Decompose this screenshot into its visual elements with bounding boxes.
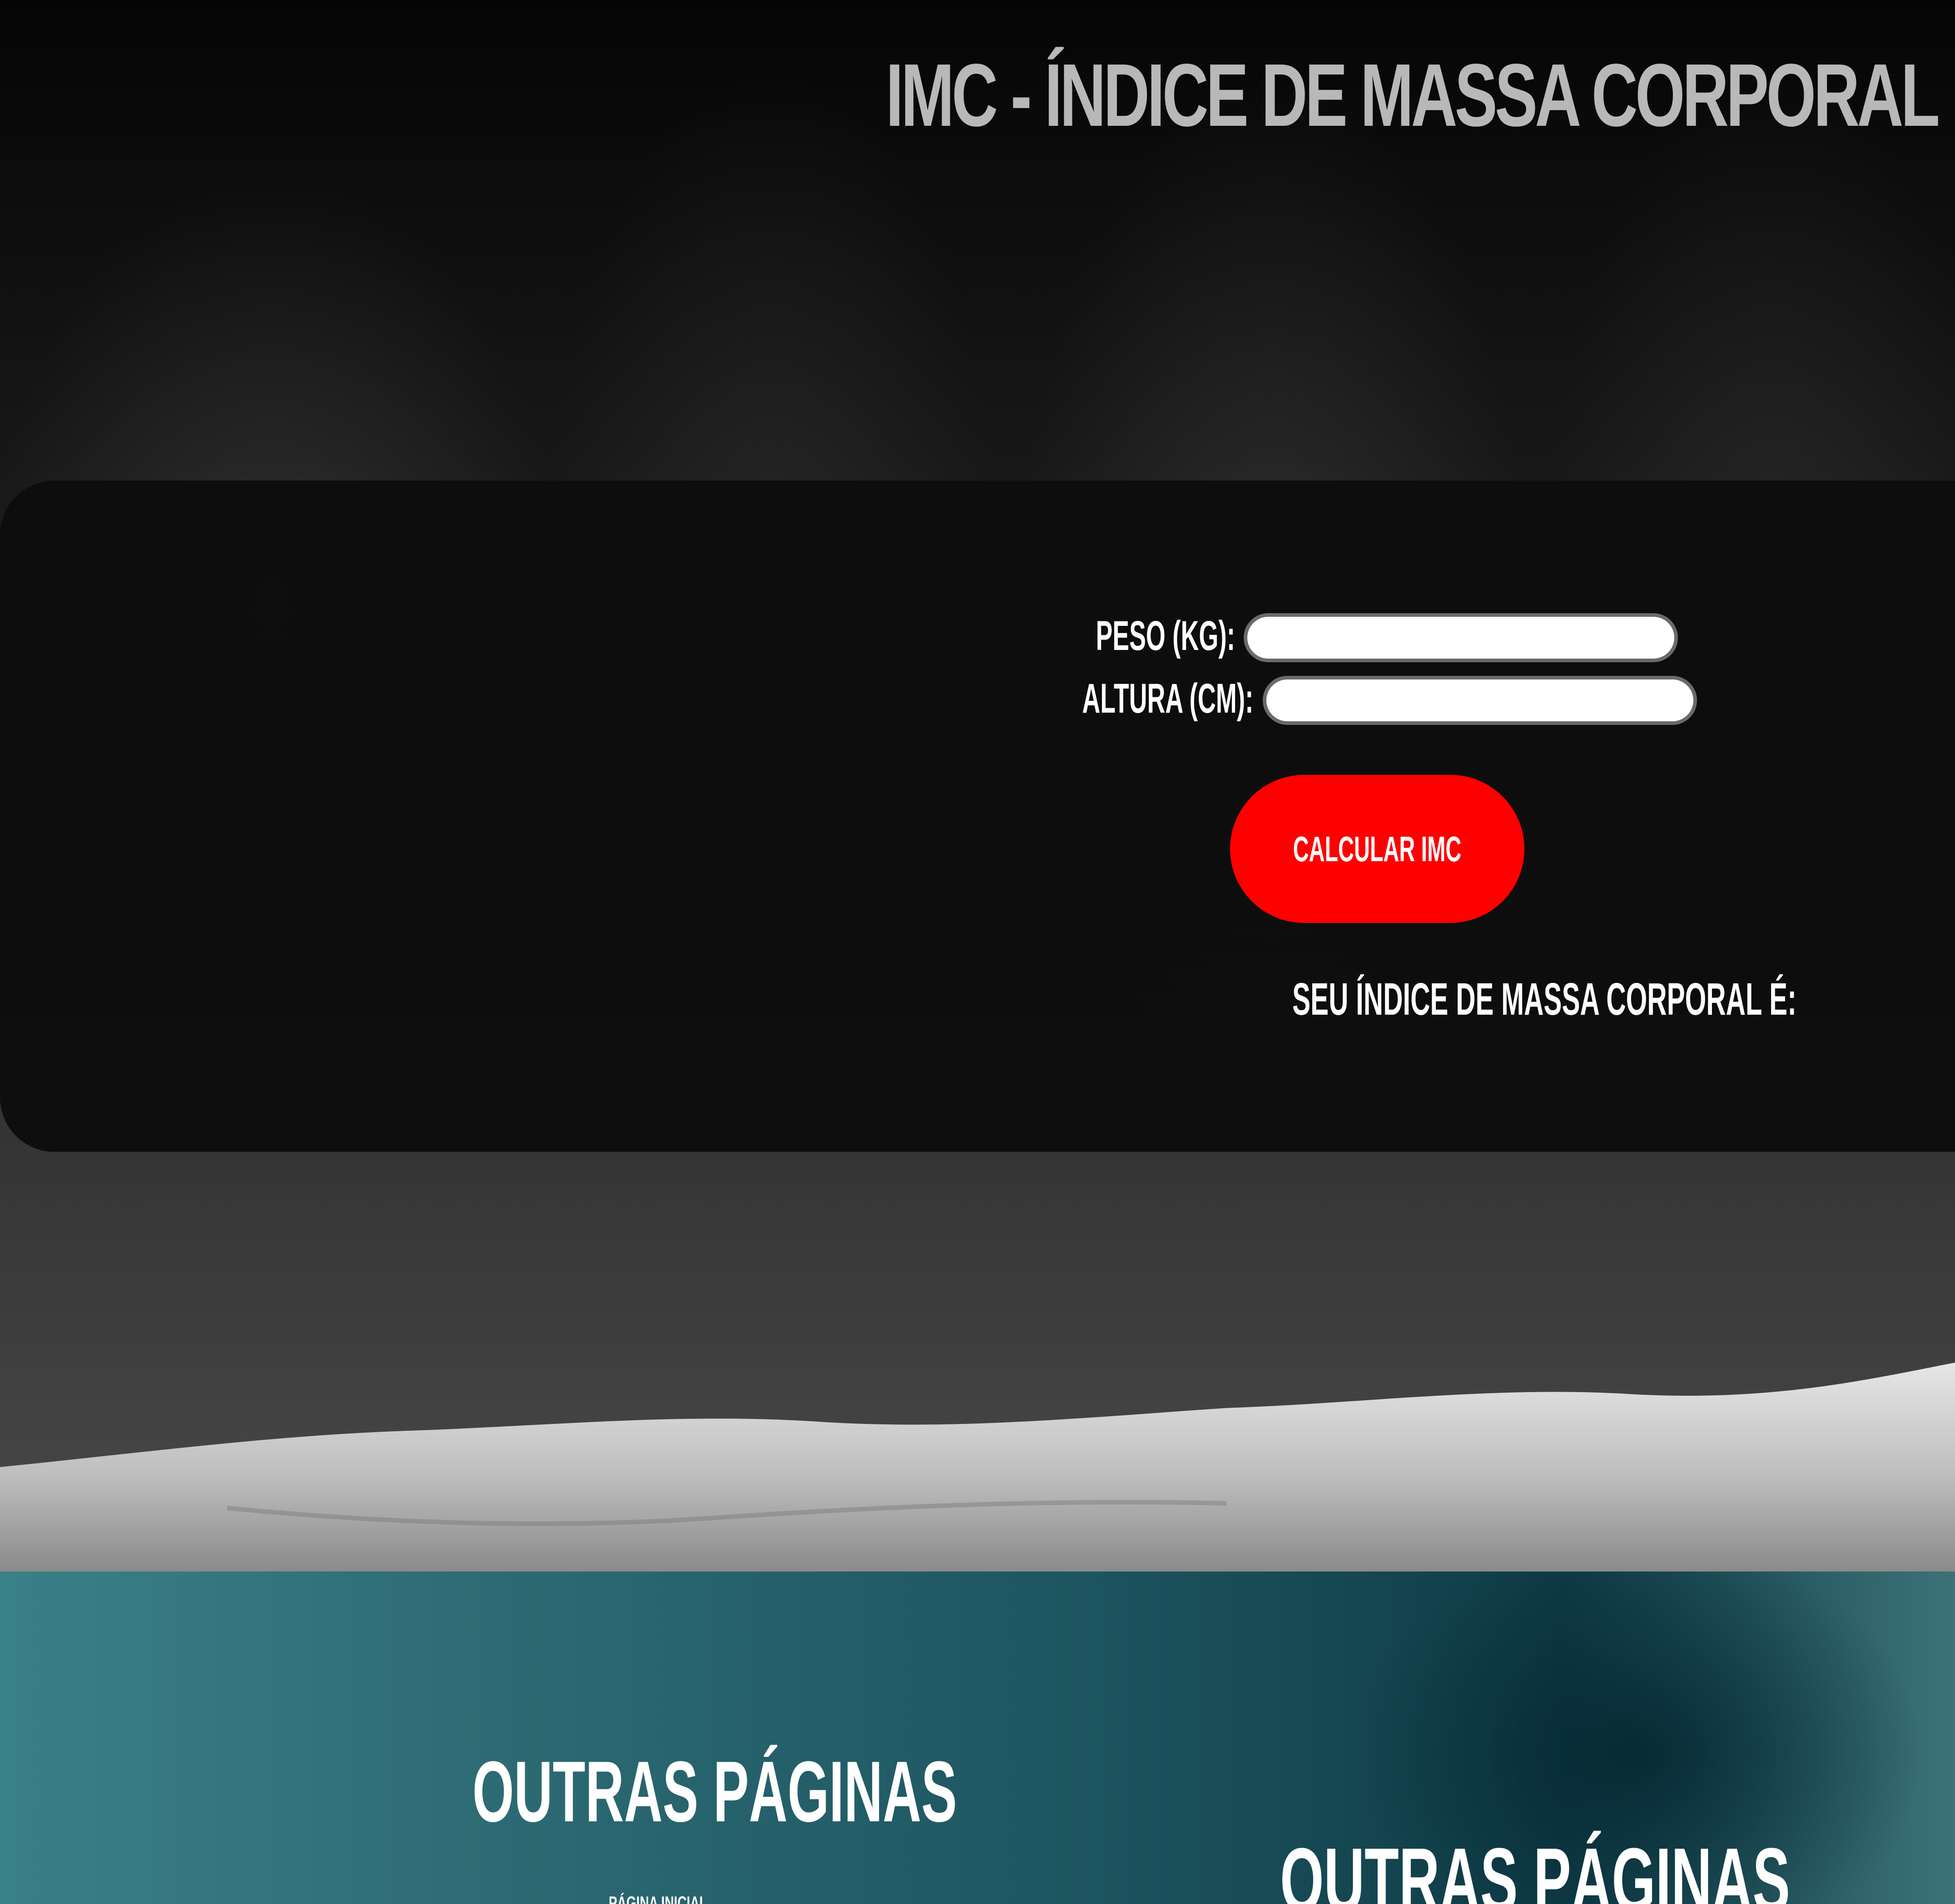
body-silhouette-image (0, 1363, 1955, 1572)
weight-label: PESO (KG): (1096, 613, 1235, 659)
footer: OUTRAS PÁGINAS PÁGINA INICIAL OUTRAS PÁG… (0, 1572, 1955, 1904)
height-input[interactable] (1263, 676, 1697, 725)
height-label: ALTURA (CM): (1082, 675, 1253, 722)
page-title: IMC - ÍNDICE DE MASSA CORPORAL (886, 45, 1940, 145)
footer-heading-right: OUTRAS PÁGINAS (1280, 1830, 1790, 1904)
calculate-imc-label: CALCULAR IMC (1293, 828, 1462, 869)
footer-link-home[interactable]: PÁGINA INICIAL (609, 1889, 707, 1904)
calculator-panel (0, 481, 1955, 1152)
calculate-imc-button[interactable]: CALCULAR IMC (1230, 775, 1524, 923)
weight-input[interactable] (1244, 613, 1678, 662)
footer-heading-left: OUTRAS PÁGINAS (472, 1744, 957, 1840)
bmi-result-text: SEU ÍNDICE DE MASSA CORPORAL É: (1124, 972, 1796, 1026)
bmi-result-label: SEU ÍNDICE DE MASSA CORPORAL É: (1292, 974, 1797, 1025)
